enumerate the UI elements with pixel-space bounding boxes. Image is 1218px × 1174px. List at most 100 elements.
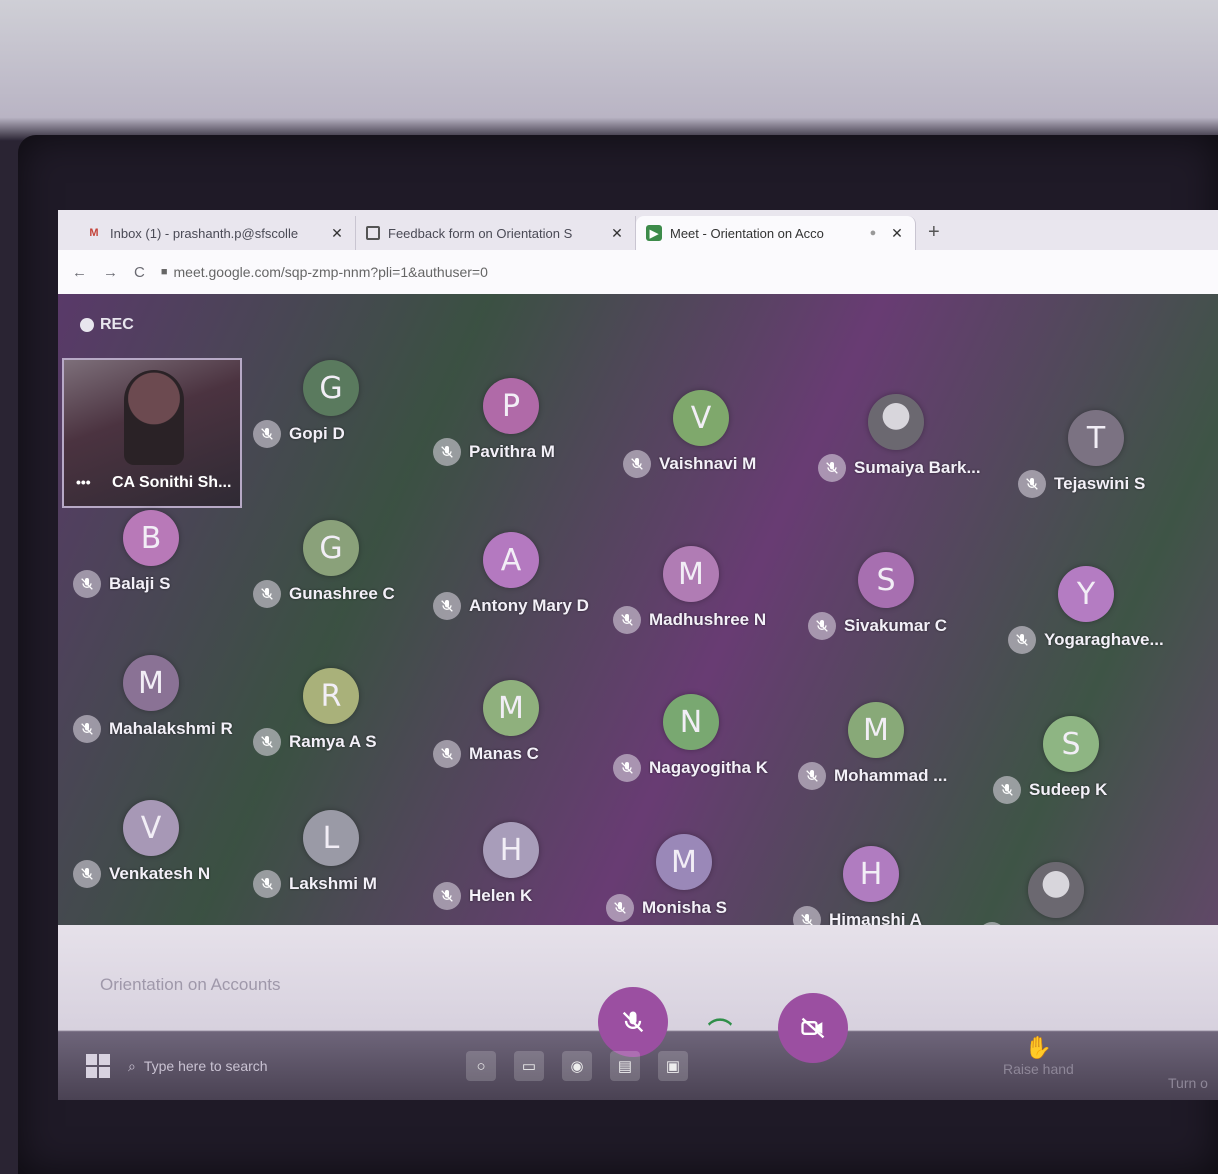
participant-label: Madhushree N	[613, 606, 766, 634]
mic-muted-icon	[253, 728, 281, 756]
taskbar-search[interactable]: ⌕ Type here to search	[128, 1058, 448, 1075]
participant-label: Manas C	[433, 740, 539, 768]
store-icon[interactable]: ▣	[658, 1051, 688, 1081]
participant-avatar: G	[303, 360, 359, 416]
participant-avatar: V	[123, 800, 179, 856]
participant-avatar: M	[663, 546, 719, 602]
mic-muted-icon	[253, 580, 281, 608]
participant-avatar: S	[858, 552, 914, 608]
participant-label: Tejaswini S	[1018, 470, 1145, 498]
participant-tile[interactable]: G Gopi D	[253, 360, 453, 470]
screen: M Inbox (1) - prashanth.p@sfscolle ✕ Fee…	[58, 210, 1218, 1100]
participant-label: Yogaraghave...	[1008, 626, 1164, 654]
participant-tile[interactable]: A Antony Mary D	[433, 532, 633, 642]
participant-tile[interactable]: G Gunashree C	[253, 520, 453, 630]
participant-tile[interactable]: V Vaishnavi M	[623, 390, 823, 500]
participant-avatar: L	[303, 810, 359, 866]
file-explorer-icon[interactable]: ▤	[610, 1051, 640, 1081]
participant-avatar: M	[483, 680, 539, 736]
participant-tile[interactable]: N Nagayogitha K	[613, 694, 813, 804]
mic-muted-icon	[798, 762, 826, 790]
mic-muted-icon	[253, 420, 281, 448]
participant-avatar: N	[663, 694, 719, 750]
mic-muted-icon	[433, 740, 461, 768]
mic-muted-icon	[73, 570, 101, 598]
participant-name: Pavithra M	[469, 442, 555, 461]
task-view-icon[interactable]: ▭	[514, 1051, 544, 1081]
participant-name: Yogaraghave...	[1044, 630, 1164, 649]
participant-avatar: H	[483, 822, 539, 878]
participant-tile[interactable]: M Manas C	[433, 680, 633, 790]
participant-avatar: A	[483, 532, 539, 588]
participant-tile[interactable]: P Pavithra M	[433, 378, 633, 488]
participant-avatar: S	[1043, 716, 1099, 772]
participant-label: Gunashree C	[253, 580, 395, 608]
participant-name: Madhushree N	[649, 610, 767, 629]
chrome-icon[interactable]: ◉	[562, 1051, 592, 1081]
cortana-icon[interactable]: ○	[466, 1051, 496, 1081]
participant-label: Pavithra M	[433, 438, 555, 466]
participant-avatar: B	[123, 510, 179, 566]
participant-tile[interactable]: H Helen K	[433, 822, 633, 932]
mic-muted-icon	[613, 754, 641, 782]
participant-label: Helen K	[433, 882, 532, 910]
participant-label: Sivakumar C	[808, 612, 947, 640]
participant-name: Lakshmi M	[289, 874, 377, 893]
participant-tile[interactable]: M Madhushree N	[613, 546, 813, 656]
participant-tile[interactable]: S Sudeep K	[993, 716, 1193, 826]
participant-avatar: Y	[1058, 566, 1114, 622]
participant-avatar	[868, 394, 924, 450]
participant-tile[interactable]: B Balaji S	[73, 510, 273, 620]
participant-label: Sudeep K	[993, 776, 1107, 804]
participant-label: Lakshmi M	[253, 870, 377, 898]
participant-avatar: P	[483, 378, 539, 434]
participant-avatar	[1028, 862, 1084, 918]
participant-name: Sivakumar C	[844, 616, 947, 635]
participant-name: Vaishnavi M	[659, 454, 757, 473]
mic-muted-icon	[623, 450, 651, 478]
participant-tile[interactable]: M Mahalakshmi R	[73, 655, 273, 765]
mic-muted-icon	[433, 438, 461, 466]
participant-name: Manas C	[469, 744, 539, 763]
mic-muted-icon	[1018, 470, 1046, 498]
participant-avatar: T	[1068, 410, 1124, 466]
mic-muted-icon	[433, 592, 461, 620]
participant-name: Gopi D	[289, 424, 345, 443]
mic-muted-icon	[606, 894, 634, 922]
participant-name: Venkatesh N	[109, 864, 211, 883]
participant-tile[interactable]: V Venkatesh N	[73, 800, 273, 910]
participant-avatar: M	[848, 702, 904, 758]
windows-start-icon[interactable]	[86, 1054, 110, 1078]
mic-muted-icon	[433, 882, 461, 910]
participant-avatar: R	[303, 668, 359, 724]
participant-tile[interactable]: S Sivakumar C	[808, 552, 1008, 662]
participant-label: Antony Mary D	[433, 592, 589, 620]
participant-name: Sudeep K	[1029, 780, 1108, 799]
participant-avatar: M	[656, 834, 712, 890]
participant-tile[interactable]: Y Yogaraghave...	[1008, 566, 1208, 676]
participant-tile[interactable]: M Mohammad ...	[798, 702, 998, 812]
mic-muted-icon	[818, 454, 846, 482]
participant-tile[interactable]: L Lakshmi M	[253, 810, 453, 920]
participant-tile[interactable]: R Ramya A S	[253, 668, 453, 778]
participant-tile[interactable]: Sumaiya Bark...	[818, 394, 1018, 504]
participant-label: Balaji S	[73, 570, 170, 598]
participant-label: Mahalakshmi R	[73, 715, 233, 743]
participant-label: Vaishnavi M	[623, 450, 756, 478]
participant-name: Balaji S	[109, 574, 171, 593]
participant-name: Monisha S	[642, 898, 728, 917]
participant-name: Sumaiya Bark...	[854, 458, 981, 477]
participant-name: Mahalakshmi R	[109, 719, 233, 738]
participant-label: Mohammad ...	[798, 762, 947, 790]
participant-name: Ramya A S	[289, 732, 377, 751]
participant-name: Nagayogitha K	[649, 758, 769, 777]
mic-muted-icon	[808, 612, 836, 640]
mic-muted-icon	[253, 870, 281, 898]
windows-taskbar: ⌕ Type here to search ○ ▭ ◉ ▤ ▣	[58, 1032, 1218, 1100]
meeting-title: Orientation on Accounts	[100, 975, 281, 994]
search-icon: ⌕	[128, 1057, 136, 1074]
participant-label: Nagayogitha K	[613, 754, 768, 782]
participant-label: Monisha S	[606, 894, 727, 922]
participant-name: Gunashree C	[289, 584, 395, 603]
participant-tile[interactable]: T Tejaswini S	[1018, 410, 1218, 520]
